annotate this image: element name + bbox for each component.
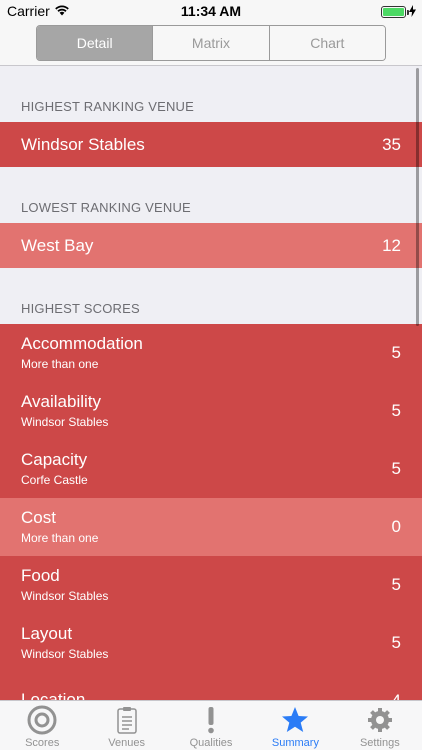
tab-label: Summary [271, 737, 319, 749]
tab-bar: Scores Venues Qualities Summary Settings [0, 700, 422, 750]
segment-matrix[interactable]: Matrix [153, 26, 270, 60]
score-row-layout[interactable]: Layout Windsor Stables 5 [0, 614, 422, 672]
clipboard-icon [112, 705, 142, 735]
quality-title: Food [21, 566, 60, 585]
score-row-cost[interactable]: Cost More than one 0 [0, 498, 422, 556]
quality-title: Location [21, 690, 86, 700]
quality-score: 5 [391, 575, 401, 594]
lowest-ranking-row[interactable]: West Bay 12 [0, 223, 422, 268]
highest-ranking-header: HIGHEST RANKING VENUE [21, 99, 194, 114]
quality-venue: Windsor Stables [21, 589, 109, 603]
navigation-bar: Detail Matrix Chart [0, 22, 422, 66]
tab-label: Venues [108, 737, 145, 749]
quality-title: Capacity [21, 450, 88, 469]
star-icon [280, 705, 310, 735]
tab-label: Qualities [189, 737, 233, 749]
tab-scores[interactable]: Scores [0, 701, 84, 750]
highest-scores-header: HIGHEST SCORES [21, 301, 140, 316]
quality-venue: Windsor Stables [21, 415, 109, 429]
score-row-food[interactable]: Food Windsor Stables 5 [0, 556, 422, 614]
segment-chart[interactable]: Chart [269, 26, 385, 60]
status-time: 11:34 AM [180, 3, 242, 19]
exclamation-icon [196, 705, 226, 735]
quality-title: Layout [21, 624, 73, 643]
quality-venue: Windsor Stables [21, 647, 109, 661]
summary-table[interactable]: HIGHEST RANKING VENUE Windsor Stables 35… [0, 66, 422, 700]
venue-name: West Bay [21, 235, 94, 255]
tab-label: Settings [359, 737, 400, 749]
quality-score: 5 [391, 633, 401, 652]
quality-title: Accommodation [21, 334, 143, 353]
tab-label: Scores [25, 737, 60, 749]
score-row-location[interactable]: Location 4 [0, 672, 422, 700]
quality-score: 5 [391, 343, 401, 362]
status-bar: Carrier 11:34 AM [0, 0, 422, 22]
quality-venue: More than one [21, 357, 99, 371]
tab-settings[interactable]: Settings [338, 701, 422, 750]
tab-qualities[interactable]: Qualities [169, 701, 253, 750]
quality-score: 5 [391, 401, 401, 420]
battery-icon [381, 6, 409, 18]
scroll-indicator [416, 68, 419, 326]
quality-venue: More than one [21, 531, 99, 545]
segment-detail[interactable]: Detail [37, 26, 154, 60]
highest-ranking-row[interactable]: Windsor Stables 35 [0, 122, 422, 167]
quality-score: 5 [391, 459, 401, 478]
tab-venues[interactable]: Venues [84, 701, 168, 750]
venue-name: Windsor Stables [21, 134, 145, 154]
quality-venue: Corfe Castle [21, 473, 88, 487]
score-row-availability[interactable]: Availability Windsor Stables 5 [0, 382, 422, 440]
quality-score: 4 [392, 691, 401, 700]
quality-title: Cost [21, 508, 56, 527]
venue-score: 12 [382, 235, 401, 255]
view-segmented-control: Detail Matrix Chart [36, 25, 386, 61]
tab-summary[interactable]: Summary [253, 701, 337, 750]
quality-title: Availability [21, 392, 102, 411]
score-row-capacity[interactable]: Capacity Corfe Castle 5 [0, 440, 422, 498]
venue-score: 35 [382, 134, 401, 154]
target-icon [27, 705, 57, 735]
lowest-ranking-header: LOWEST RANKING VENUE [21, 200, 191, 215]
score-row-accommodation[interactable]: Accommodation More than one 5 [0, 324, 422, 382]
gear-icon [365, 705, 395, 735]
quality-score: 0 [391, 517, 401, 536]
charging-icon [409, 4, 416, 20]
